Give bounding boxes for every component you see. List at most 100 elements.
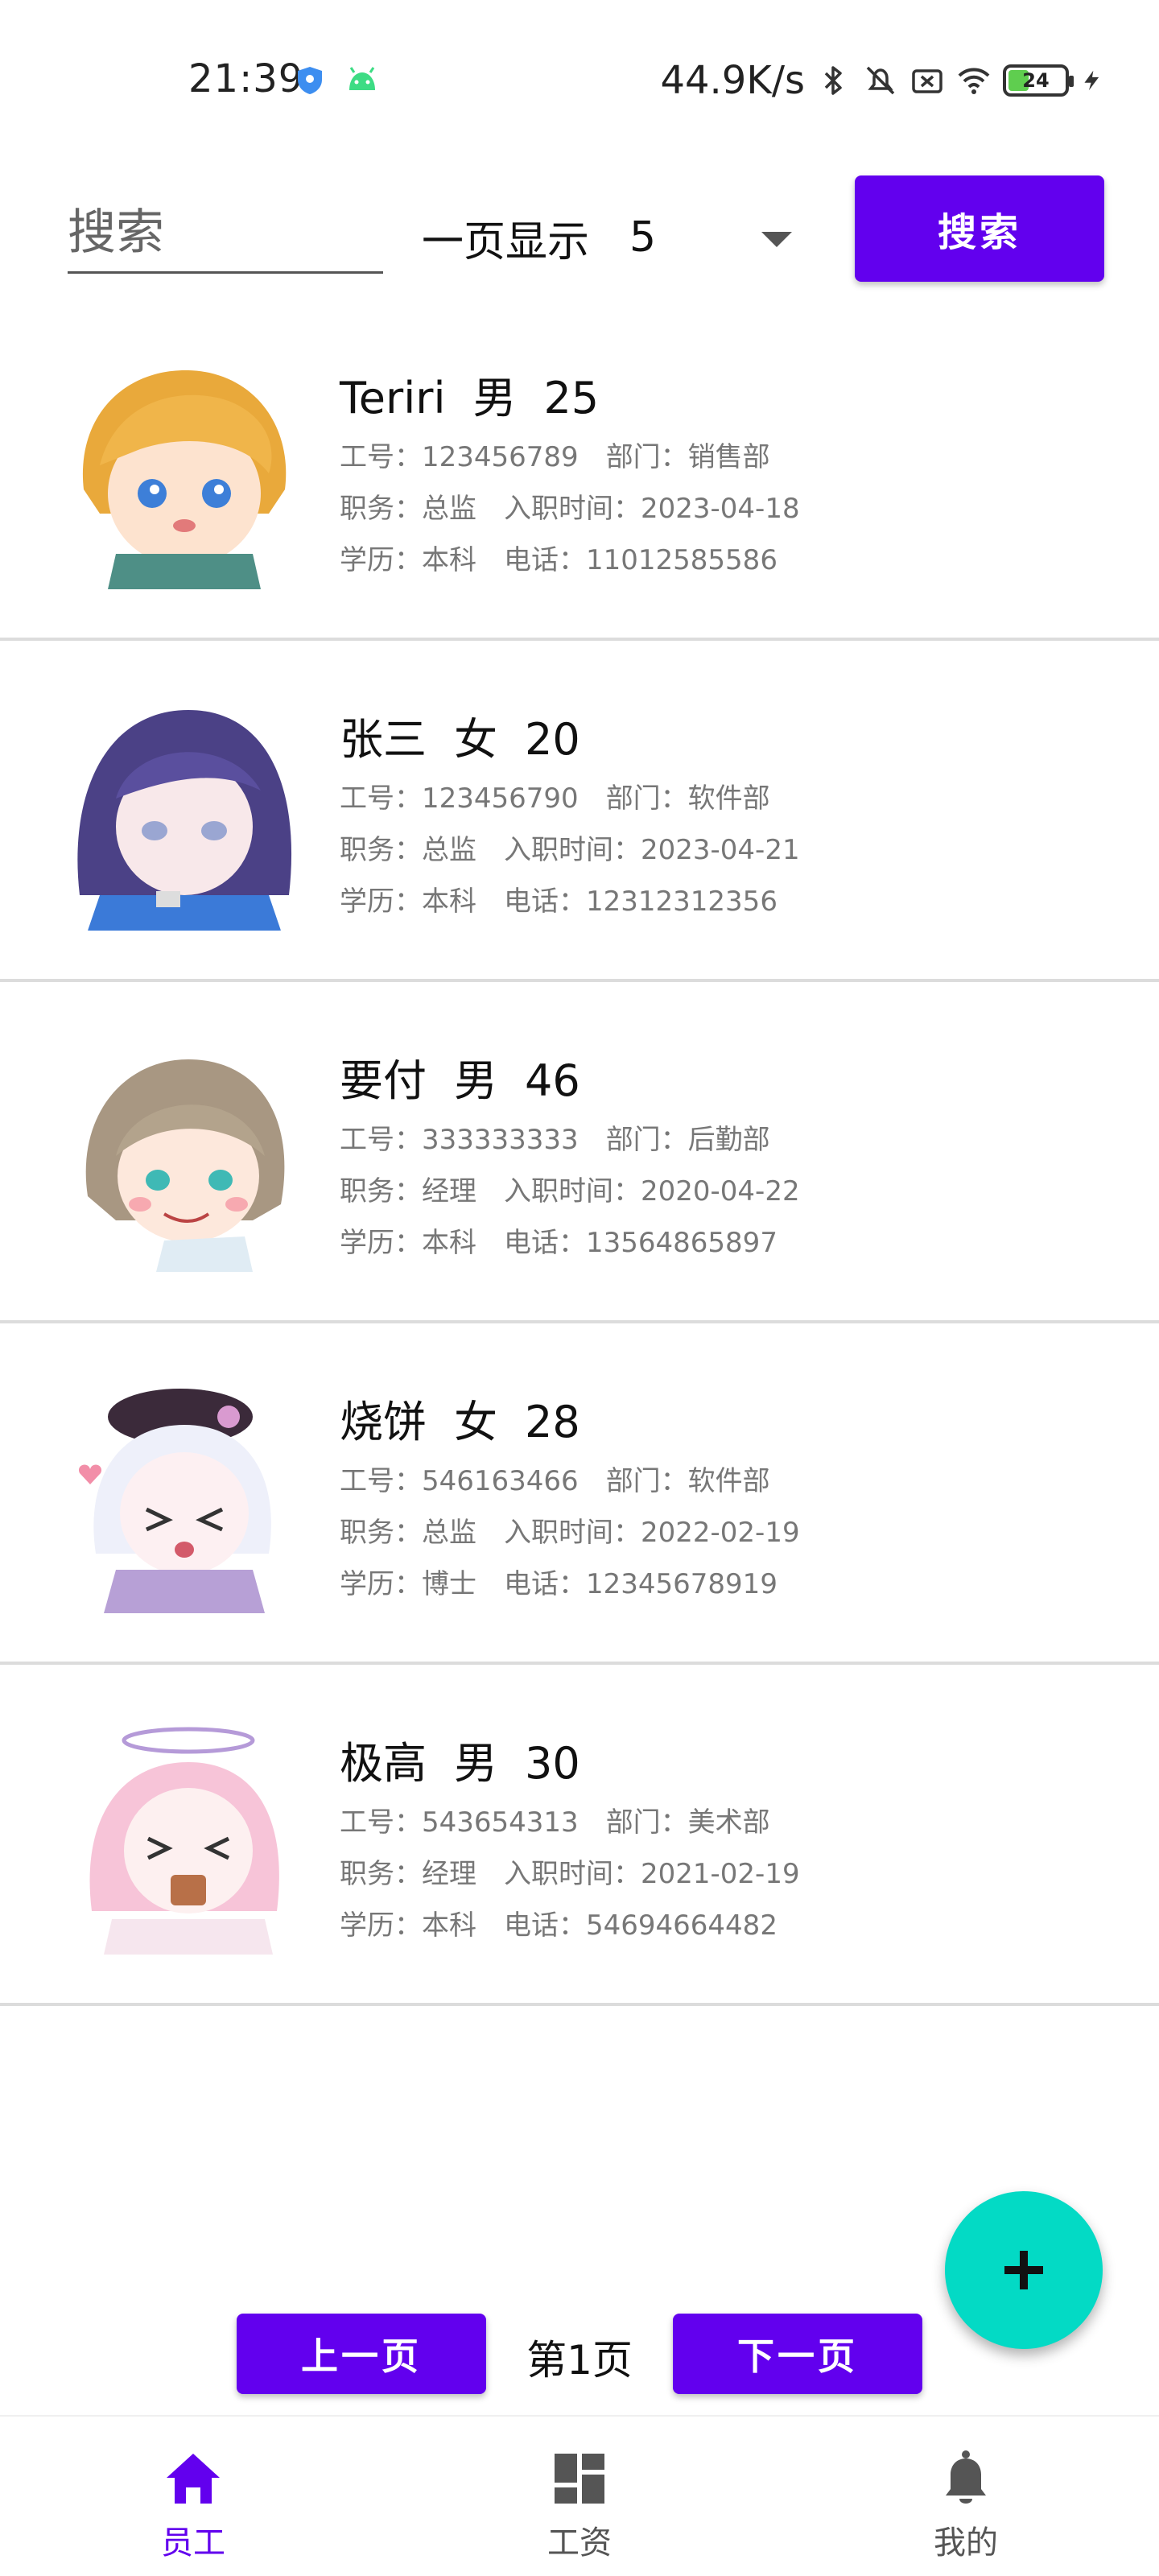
- employee-phone: 电话：12345678919: [504, 1568, 777, 1600]
- mute-bell-icon: [866, 66, 895, 95]
- employee-id-dept-line: 工号：543654313 部门：美术部: [340, 1800, 798, 1839]
- charging-icon: [1084, 70, 1099, 91]
- nav-label: 员工: [161, 2524, 225, 2562]
- employee-id-dept-line: 工号：123456789 部门：销售部: [340, 435, 798, 474]
- employee-gender: 女: [454, 714, 497, 765]
- battery-indicator: 24: [1003, 64, 1074, 97]
- employee-id-dept-line: 工号：546163466 部门：软件部: [340, 1459, 798, 1498]
- employee-id: 工号：546163466: [340, 1465, 579, 1497]
- search-input[interactable]: [68, 193, 383, 274]
- nav-label: 我的: [934, 2524, 998, 2562]
- employee-education: 学历：本科: [340, 1227, 476, 1259]
- nav-label: 工资: [547, 2524, 612, 2562]
- employee-position-hire-line: 职务：总监 入职时间：2023-04-18: [340, 486, 827, 526]
- page-size-value: 5: [629, 213, 657, 262]
- employee-edu-phone-line: 学历：本科 电话：11012585586: [340, 538, 805, 577]
- employee-position-hire-line: 职务：经理 入职时间：2020-04-22: [340, 1169, 827, 1208]
- employee-gender: 男: [454, 1055, 497, 1106]
- employee-id: 工号：123456790: [340, 782, 579, 815]
- employee-phone: 电话：54694664482: [504, 1909, 777, 1942]
- employee-dept: 部门：软件部: [605, 1465, 770, 1497]
- employee-avatar: [68, 1718, 301, 1955]
- employee-position: 职务：经理: [340, 1175, 476, 1208]
- status-bar: 21:39 44.9K/s 24: [0, 0, 1159, 153]
- employee-position-hire-line: 职务：总监 入职时间：2022-02-19: [340, 1510, 827, 1550]
- home-icon: [167, 2454, 220, 2504]
- employee-edu-phone-line: 学历：本科 电话：12312312356: [340, 879, 805, 919]
- bluetooth-icon: [824, 66, 842, 95]
- employee-avatar: [68, 1035, 301, 1272]
- employee-title: 要付男 46: [340, 1045, 608, 1108]
- plus-icon: [1004, 2251, 1043, 2289]
- employee-card[interactable]: 要付男 46 工号：333333333 部门：后勤部 职务：经理 入职时间：2020-…: [0, 982, 1159, 1323]
- prev-page-button[interactable]: 上一页: [237, 2314, 486, 2394]
- next-page-button[interactable]: 下一页: [673, 2314, 922, 2394]
- employee-hire-date: 入职时间：2023-04-18: [504, 493, 800, 525]
- employee-avatar: [68, 353, 301, 589]
- employee-title: 极高男 30: [340, 1728, 608, 1791]
- employee-name: 要付: [340, 1055, 427, 1106]
- employee-position: 职务：总监: [340, 1517, 476, 1549]
- android-icon: [349, 67, 375, 90]
- employee-gender: 男: [472, 373, 517, 423]
- status-time: 21:39: [188, 56, 304, 101]
- shield-icon: [298, 67, 322, 94]
- employee-position-hire-line: 职务：总监 入职时间：2023-04-21: [340, 828, 827, 867]
- employee-age: 28: [525, 1397, 580, 1447]
- search-row: 一页显示 5 搜索: [0, 169, 1159, 282]
- employee-dept: 部门：后勤部: [605, 1124, 770, 1156]
- employee-phone: 电话：12312312356: [504, 886, 777, 918]
- nav-item-employees[interactable]: 员工: [97, 2447, 290, 2568]
- employee-edu-phone-line: 学历：本科 电话：13564865897: [340, 1220, 805, 1260]
- nav-item-mine[interactable]: 我的: [869, 2447, 1062, 2568]
- employee-hire-date: 入职时间：2022-02-19: [504, 1517, 800, 1549]
- employee-name: 张三: [340, 714, 427, 765]
- employee-name: Teriri: [340, 373, 446, 423]
- employee-position-hire-line: 职务：经理 入职时间：2021-02-19: [340, 1852, 827, 1891]
- employee-title: 张三女 20: [340, 704, 608, 767]
- search-button[interactable]: 搜索: [855, 175, 1104, 282]
- employee-position: 职务：总监: [340, 834, 476, 866]
- wifi-icon: [958, 68, 990, 94]
- bell-icon: [946, 2450, 986, 2504]
- employee-edu-phone-line: 学历：本科 电话：54694664482: [340, 1903, 805, 1942]
- employee-id-dept-line: 工号：333333333 部门：后勤部: [340, 1117, 798, 1157]
- page-size-label: 一页显示: [422, 217, 590, 266]
- employee-dept: 部门：销售部: [605, 441, 770, 473]
- employee-hire-date: 入职时间：2020-04-22: [504, 1175, 800, 1208]
- employee-avatar: [68, 1377, 301, 1613]
- employee-edu-phone-line: 学历：博士 电话：12345678919: [340, 1562, 805, 1601]
- employee-id-dept-line: 工号：123456790 部门：软件部: [340, 776, 798, 815]
- employee-education: 学历：本科: [340, 886, 476, 918]
- battery-level: 24: [1022, 69, 1050, 92]
- employee-education: 学历：本科: [340, 1909, 476, 1942]
- status-right-cluster: 44.9K/s 24: [660, 56, 1104, 105]
- page-indicator: 第1页: [526, 2337, 633, 2384]
- employee-age: 20: [525, 714, 580, 765]
- employee-card[interactable]: Teriri 男 25 工号：123456789 部门：销售部 职务：总监 入职时间：2…: [0, 299, 1159, 641]
- dropdown-arrow-icon: [761, 232, 792, 247]
- page-size-dropdown[interactable]: 一页显示 5: [422, 201, 792, 274]
- employee-phone: 电话：13564865897: [504, 1227, 777, 1259]
- no-sim-icon: [912, 69, 942, 93]
- bottom-navigation: 员工 工资 我的: [0, 2415, 1159, 2576]
- employee-education: 学历：博士: [340, 1568, 476, 1600]
- network-speed: 44.9K/s: [660, 58, 805, 103]
- employee-dept: 部门：软件部: [605, 782, 770, 815]
- employee-dept: 部门：美术部: [605, 1806, 770, 1839]
- employee-position: 职务：经理: [340, 1858, 476, 1890]
- employee-title: 烧饼女 28: [340, 1386, 608, 1450]
- dashboard-icon: [555, 2454, 604, 2504]
- pagination: 上一页 第1页 下一页: [0, 2314, 1159, 2397]
- employee-age: 30: [525, 1738, 580, 1789]
- employee-id: 工号：333333333: [340, 1124, 579, 1156]
- employee-hire-date: 入职时间：2021-02-19: [504, 1858, 800, 1890]
- employee-card[interactable]: 张三女 20 工号：123456790 部门：软件部 职务：总监 入职时间：2023-…: [0, 641, 1159, 982]
- nav-item-salary[interactable]: 工资: [483, 2447, 676, 2568]
- employee-gender: 女: [454, 1397, 497, 1447]
- employee-age: 25: [543, 373, 600, 423]
- employee-gender: 男: [454, 1738, 497, 1789]
- employee-card[interactable]: 烧饼女 28 工号：546163466 部门：软件部 职务：总监 入职时间：2022-…: [0, 1323, 1159, 1665]
- employee-phone: 电话：11012585586: [504, 544, 777, 576]
- employee-card[interactable]: 极高男 30 工号：543654313 部门：美术部 职务：经理 入职时间：2021-…: [0, 1665, 1159, 2006]
